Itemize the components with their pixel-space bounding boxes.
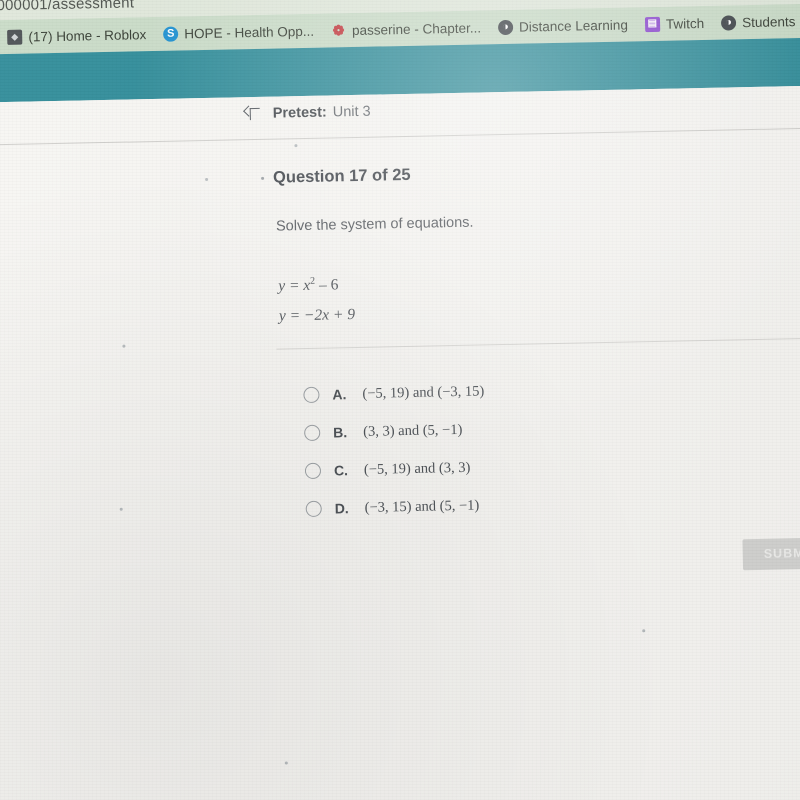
radio-button-a[interactable]	[303, 386, 320, 404]
equation-1-prefix: y = x	[278, 276, 311, 295]
option-text: (3, 3) and (5, −1)	[363, 421, 463, 440]
equation-2-text: y = −2x + 9	[278, 306, 356, 325]
globe-icon: ◑	[720, 14, 737, 31]
bookmark-item-roblox[interactable]: (17) Home - Roblox	[7, 27, 146, 45]
bookmark-label: Students Usi	[741, 13, 800, 30]
bookmark-label: Twitch	[665, 15, 705, 32]
option-b[interactable]: B. (3, 3) and (5, −1)	[304, 410, 486, 452]
screen-speck	[294, 144, 298, 148]
submit-button[interactable]: SUBMIT	[742, 537, 800, 571]
option-text: (−5, 19) and (3, 3)	[363, 459, 471, 478]
option-letter: B.	[333, 424, 348, 441]
bookmark-item-hope[interactable]: S HOPE - Health Opp...	[163, 23, 315, 42]
option-c[interactable]: C. (−5, 19) and (3, 3)	[304, 448, 487, 490]
passerine-icon: ❁	[332, 22, 345, 39]
assessment-unit: Unit 3	[332, 103, 371, 120]
bookmark-label: Distance Learning	[518, 16, 629, 35]
screen-speck	[642, 629, 646, 633]
option-a[interactable]: A. (−5, 19) and (−3, 15)	[303, 372, 485, 414]
option-letter: A.	[332, 386, 347, 403]
screen-speck	[119, 507, 123, 511]
option-d[interactable]: D. (−3, 15) and (5, −1)	[305, 486, 487, 528]
options-divider	[276, 337, 800, 350]
twitch-icon: ▤	[644, 16, 660, 32]
bookmark-item-distance-learning[interactable]: ◑ Distance Learning	[497, 16, 629, 35]
equation-1-suffix: – 6	[315, 276, 339, 294]
radio-button-c[interactable]	[304, 462, 322, 480]
bookmark-label: HOPE - Health Opp...	[184, 23, 315, 41]
question-bullet	[261, 176, 265, 180]
arrow-turn-up-icon[interactable]	[244, 105, 261, 122]
globe-icon: ◑	[497, 19, 514, 35]
screen-speck	[205, 177, 209, 182]
skype-icon: S	[163, 26, 179, 42]
bookmark-item-twitch[interactable]: ▤ Twitch	[644, 15, 705, 32]
breadcrumb[interactable]: Pretest: Unit 3	[244, 103, 371, 123]
option-text: (−5, 19) and (−3, 15)	[362, 382, 485, 402]
equation-line-2: y = −2x + 9	[279, 300, 356, 332]
roblox-icon	[7, 29, 23, 45]
bookmark-item-students[interactable]: ◑ Students Usi	[720, 13, 800, 31]
answer-options: A. (−5, 19) and (−3, 15) B. (3, 3) and (…	[303, 372, 487, 528]
assessment-page: Pretest: Unit 3 Question 17 of 25 Solve …	[0, 85, 800, 800]
equation-line-1: y = x2 – 6	[278, 270, 355, 302]
bookmark-label: passerine - Chapter...	[351, 19, 482, 38]
question-counter: Question 17 of 25	[272, 165, 411, 187]
radio-button-d[interactable]	[305, 500, 322, 518]
url-text: /3000001/assessment	[0, 0, 135, 14]
bookmark-item-passerine[interactable]: ❁ passerine - Chapter...	[331, 20, 481, 38]
option-letter: D.	[334, 500, 349, 517]
question-prompt: Solve the system of equations.	[275, 214, 474, 235]
radio-button-b[interactable]	[304, 424, 321, 442]
equation-system: y = x2 – 6 y = −2x + 9	[278, 270, 355, 332]
screen-speck	[122, 344, 126, 348]
option-letter: C.	[333, 462, 349, 479]
header-divider	[0, 127, 800, 146]
browser-window: /3000001/assessment ps (17) Home - Roblo…	[0, 0, 800, 800]
photographed-screen: /3000001/assessment ps (17) Home - Roblo…	[0, 0, 800, 800]
option-text: (−3, 15) and (5, −1)	[364, 497, 480, 516]
screen-speck	[284, 761, 288, 765]
assessment-label: Pretest:	[272, 104, 327, 122]
bookmark-label: (17) Home - Roblox	[28, 26, 147, 45]
